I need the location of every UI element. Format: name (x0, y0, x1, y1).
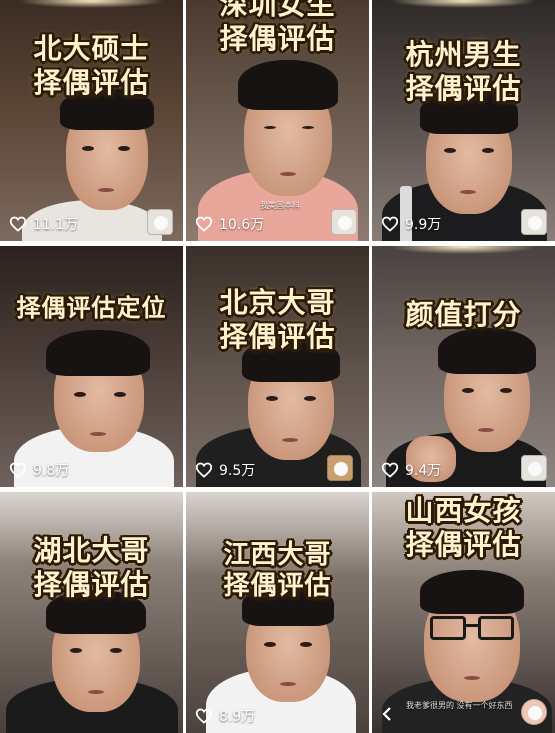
eye (264, 126, 276, 129)
mouth (478, 428, 494, 432)
video-title-line-2: 择偶评估 (223, 571, 332, 602)
mouth (280, 682, 296, 686)
video-title: 江西大哥 择偶评估 (186, 540, 369, 602)
video-tile-9[interactable]: 山西女孩 择偶评估 我老爹很男的 没有一个好东西 (372, 492, 555, 733)
mouth (98, 188, 114, 192)
video-title: 颜值打分 (372, 298, 555, 332)
video-title-line-2: 择偶评估 (219, 319, 336, 353)
video-tile-7[interactable]: 湖北大哥 择偶评估 (0, 492, 183, 733)
mouth (282, 438, 298, 442)
video-title-line-2: 择偶评估 (219, 21, 336, 55)
like-count: 11.1万 (9, 214, 78, 234)
chevron-left-icon[interactable] (382, 707, 392, 721)
mouth (460, 190, 476, 194)
video-title: 湖北大哥 择偶评估 (0, 534, 183, 601)
mouth (464, 676, 480, 680)
video-title: 深圳女生 择偶评估 (186, 0, 369, 55)
video-title-line-1: 颜值打分 (405, 298, 522, 331)
mouth (90, 432, 106, 436)
heart-outline-icon (381, 216, 399, 232)
like-count-value: 11.1万 (33, 217, 79, 233)
video-tile-8[interactable]: 江西大哥 择偶评估 8.9万 (186, 492, 369, 733)
video-title-line-2: 择偶评估 (405, 527, 522, 561)
eye (300, 642, 312, 647)
eye (74, 392, 86, 397)
video-title: 北京大哥 择偶评估 (186, 286, 369, 353)
video-title: 择偶评估定位 (0, 294, 183, 323)
eye (482, 148, 494, 153)
like-count-value: 9.4万 (405, 463, 442, 479)
like-count: 9.5万 (195, 460, 255, 480)
like-count-value: 8.9万 (219, 709, 256, 725)
video-tile-6[interactable]: 颜值打分 9.4万 (372, 246, 555, 487)
heart-outline-icon (195, 216, 213, 232)
video-tile-1[interactable]: 北大硕士 择偶评估 11.1万 (0, 0, 183, 241)
video-title-line-2: 择偶评估 (33, 567, 150, 601)
like-count: 10.6万 (195, 214, 264, 234)
video-title-line-1: 择偶评估定位 (16, 294, 167, 322)
like-count-value: 10.6万 (219, 217, 265, 233)
video-grid: 北大硕士 择偶评估 11.1万 深圳女生 择偶评估 我美国本科 10.6万 杭州… (0, 0, 555, 733)
like-count: 9.8万 (9, 460, 69, 480)
subtitle-caption: 我老爹很男的 没有一个好东西 (406, 701, 513, 710)
person-hair (420, 570, 524, 614)
video-title: 北大硕士 择偶评估 (0, 32, 183, 99)
eye (264, 642, 276, 647)
eye (444, 148, 456, 153)
video-title-line-1: 湖北大哥 (33, 534, 150, 567)
subtitle-caption: 我美国本科 (260, 201, 300, 210)
video-title: 山西女孩 择偶评估 (372, 494, 555, 561)
like-count-value: 9.9万 (405, 217, 442, 233)
dog-sticker (327, 455, 353, 481)
video-title: 杭州男生 择偶评估 (372, 38, 555, 105)
dog-sticker (331, 209, 357, 235)
video-title-line-1: 深圳女生 (219, 0, 336, 21)
mouth (280, 172, 296, 176)
heart-outline-icon (195, 708, 213, 724)
video-title-line-1: 江西大哥 (223, 540, 332, 570)
video-tile-4[interactable]: 择偶评估定位 9.8万 (0, 246, 183, 487)
video-title-line-1: 北京大哥 (219, 286, 336, 319)
person-hair (238, 60, 338, 110)
person-sticker (521, 209, 547, 235)
video-tile-3[interactable]: 杭州男生 择偶评估 9.9万 (372, 0, 555, 241)
like-count: 9.4万 (381, 460, 441, 480)
heart-outline-icon (195, 462, 213, 478)
like-count: 9.9万 (381, 214, 441, 234)
eye (82, 146, 94, 151)
video-title-line-1: 山西女孩 (405, 494, 522, 527)
like-count: 8.9万 (195, 706, 255, 726)
heart-outline-icon (381, 462, 399, 478)
video-title-line-1: 杭州男生 (405, 38, 522, 71)
video-tile-5[interactable]: 北京大哥 择偶评估 9.5万 (186, 246, 369, 487)
video-title-line-1: 北大硕士 (33, 32, 150, 65)
video-title-line-2: 择偶评估 (405, 71, 522, 105)
video-tile-2[interactable]: 深圳女生 择偶评估 我美国本科 10.6万 (186, 0, 369, 241)
eye (110, 648, 122, 653)
cartoon-sticker (521, 699, 547, 725)
eye (302, 126, 314, 129)
dog-sticker (147, 209, 173, 235)
eye (118, 146, 130, 151)
person-hair (46, 330, 150, 376)
like-count-value: 9.5万 (219, 463, 256, 479)
glasses (430, 616, 514, 642)
eye (500, 388, 512, 393)
eye (462, 388, 474, 393)
heart-outline-icon (9, 216, 27, 232)
mouth (88, 690, 104, 694)
eye (304, 396, 316, 401)
person-hair (438, 328, 536, 374)
eye (70, 648, 82, 653)
heart-outline-icon (9, 462, 27, 478)
eye (266, 396, 278, 401)
video-title-line-2: 择偶评估 (33, 65, 150, 99)
eye (114, 392, 126, 397)
person-sticker (521, 455, 547, 481)
like-count-value: 9.8万 (33, 463, 70, 479)
